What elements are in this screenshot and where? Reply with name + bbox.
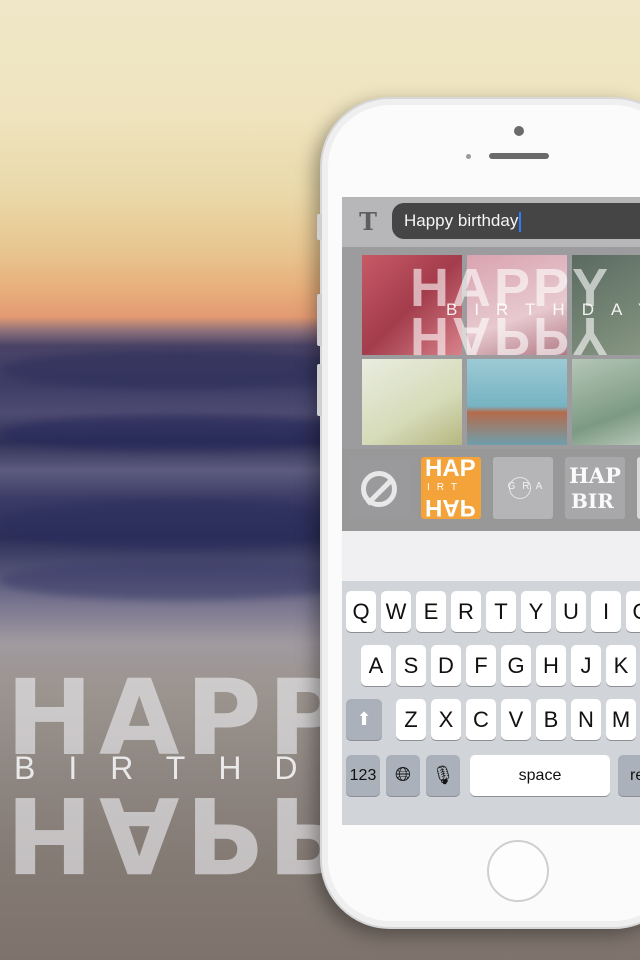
key[interactable]: N xyxy=(571,699,601,740)
key[interactable]: I xyxy=(591,591,621,632)
volume-down-button xyxy=(317,364,322,416)
wave xyxy=(0,500,360,550)
globe-icon[interactable]: 🌐︎ xyxy=(386,755,420,796)
key[interactable]: D xyxy=(431,645,461,686)
key[interactable]: U xyxy=(556,591,586,632)
earpiece-speaker xyxy=(489,153,549,159)
home-button[interactable] xyxy=(487,840,549,902)
caption-text: Happy birthday xyxy=(404,211,519,230)
keyboard: Q W E R T Y U I O A S D F G H J K ⬆ Z X xyxy=(342,581,640,825)
style-tile-top: HAP xyxy=(569,463,621,488)
key[interactable]: K xyxy=(606,645,636,686)
caption-text-field[interactable]: Happy birthday xyxy=(392,203,640,239)
mute-switch xyxy=(317,214,322,240)
style-tile-top: HAP xyxy=(425,457,476,482)
front-camera xyxy=(514,126,524,136)
wave xyxy=(0,415,360,451)
iphone-frame: T Happy birthday HAPPY BIRTHDAY HAPPY xyxy=(317,97,640,929)
key[interactable]: R xyxy=(451,591,481,632)
volume-up-button xyxy=(317,294,322,346)
key[interactable]: Z xyxy=(396,699,426,740)
happy-birthday-watermark: HAPPY BIRTHD HAPPY xyxy=(6,666,431,895)
phone-screen: T Happy birthday HAPPY BIRTHDAY HAPPY xyxy=(342,197,640,825)
style-tile-bottom: BIR xyxy=(571,489,614,513)
key[interactable]: M xyxy=(606,699,636,740)
microphone-icon[interactable]: 🎙︎ xyxy=(426,755,460,796)
text-input-bar: T Happy birthday xyxy=(342,197,640,247)
key[interactable]: B xyxy=(536,699,566,740)
key[interactable]: A xyxy=(361,645,391,686)
key[interactable]: J xyxy=(571,645,601,686)
key[interactable]: T xyxy=(486,591,516,632)
key[interactable]: F xyxy=(466,645,496,686)
proximity-sensor xyxy=(466,154,471,159)
beach-photo-background: HAPPY BIRTHD HAPPY T Happy birthday HAPP… xyxy=(0,0,640,960)
key[interactable]: X xyxy=(431,699,461,740)
key[interactable]: Y xyxy=(521,591,551,632)
key[interactable]: C xyxy=(466,699,496,740)
style-tile-label: G R A xyxy=(507,481,545,492)
style-hap-bir-tile[interactable]: HAP BIR xyxy=(565,457,625,519)
key[interactable]: S xyxy=(396,645,426,686)
keyboard-handle-bar xyxy=(342,531,640,581)
wave xyxy=(0,350,360,390)
style-happy-birthday-orange-tile[interactable]: HAP IRT HAP xyxy=(421,457,481,519)
key[interactable]: W xyxy=(381,591,411,632)
key[interactable]: G xyxy=(501,645,531,686)
shift-icon[interactable]: ⬆ xyxy=(346,699,382,740)
numbers-key[interactable]: 123 xyxy=(346,755,380,796)
photo-grid: HAPPY BIRTHDAY HAPPY HAP IRT HAP xyxy=(342,247,640,582)
preview-bottom-word: HAPPY xyxy=(410,306,612,366)
style-tile-mid: IRT xyxy=(427,482,464,493)
text-style-button[interactable]: T xyxy=(348,207,388,237)
key[interactable]: H xyxy=(536,645,566,686)
space-key[interactable]: space xyxy=(470,755,610,796)
key[interactable]: Q xyxy=(346,591,376,632)
text-caret xyxy=(519,211,522,232)
text-style-tray: HAP IRT HAP G R A HAP BIR xyxy=(342,449,640,533)
key[interactable]: E xyxy=(416,591,446,632)
style-gra-tile[interactable]: G R A xyxy=(493,457,553,519)
key[interactable]: O xyxy=(626,591,640,632)
style-none-tile[interactable] xyxy=(349,457,409,519)
return-key[interactable]: return xyxy=(618,755,640,796)
key[interactable]: V xyxy=(501,699,531,740)
style-tile-bottom: HAP xyxy=(425,494,476,519)
text-preview-overlay: HAPPY BIRTHDAY HAPPY xyxy=(410,255,640,375)
wave xyxy=(0,560,360,600)
